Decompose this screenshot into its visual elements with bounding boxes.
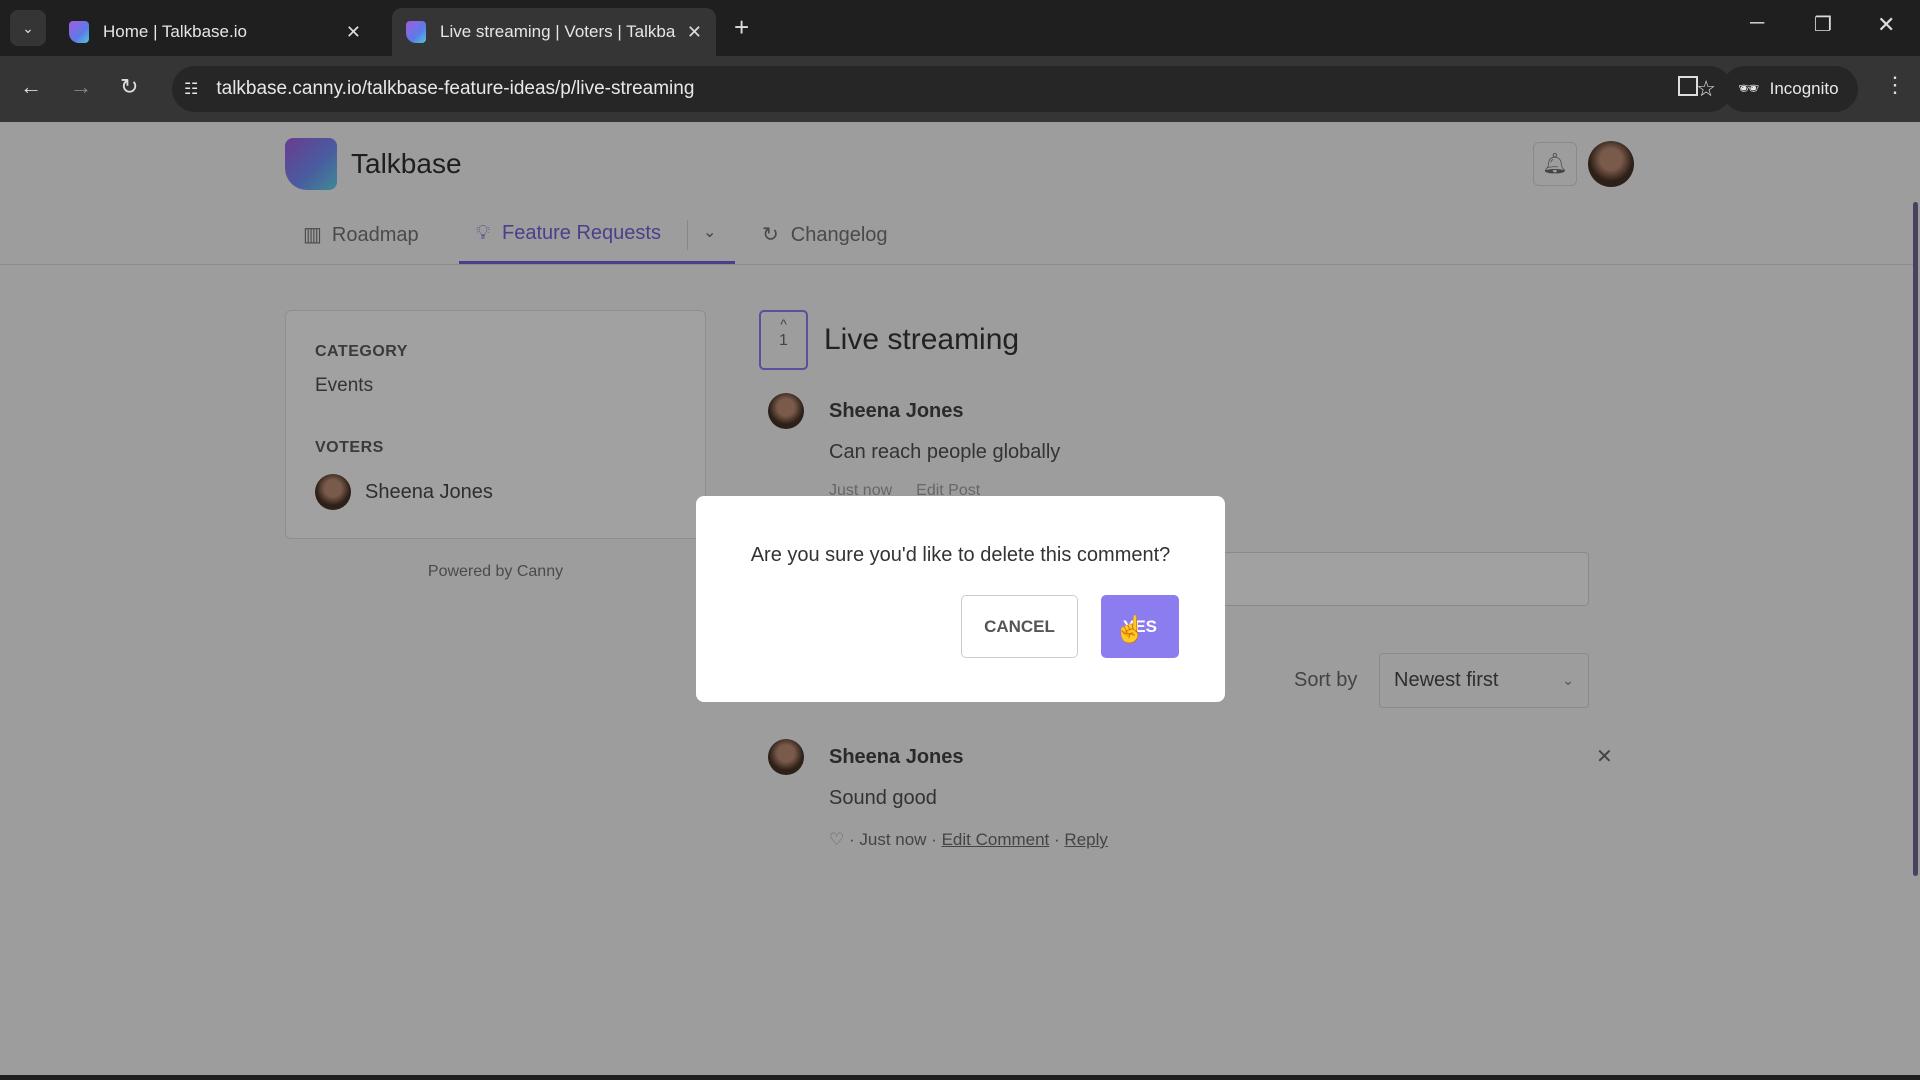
address-bar[interactable]: ☷ talkbase.canny.io/talkbase-feature-ide…: [172, 66, 1732, 112]
talkbase-favicon: [69, 21, 89, 43]
user-avatar[interactable]: [1588, 141, 1634, 187]
comment-author-name[interactable]: Sheena Jones: [829, 746, 964, 769]
post-author-avatar[interactable]: [768, 393, 804, 429]
nav-changelog[interactable]: ↻ Changelog: [762, 222, 888, 247]
nav-label: Roadmap: [331, 224, 419, 246]
category-heading: CATEGORY: [315, 343, 408, 360]
notifications-bell-icon[interactable]: 🔔︎: [1533, 142, 1577, 186]
restore-button[interactable]: ❐: [1814, 12, 1832, 37]
scrollbar[interactable]: [1913, 202, 1918, 876]
new-tab-button[interactable]: +: [734, 12, 749, 43]
incognito-icon: 🕶: [1738, 79, 1760, 98]
vote-count: 1: [779, 332, 788, 349]
url-text: talkbase.canny.io/talkbase-feature-ideas…: [216, 78, 695, 99]
separator: ·: [1054, 830, 1060, 849]
post-sidebar-card: CATEGORY Events VOTERS Sheena Jones: [285, 310, 706, 539]
comment-body: Sound good: [829, 787, 937, 809]
close-window-button[interactable]: ✕: [1877, 12, 1895, 38]
site-settings-icon[interactable]: ☷: [184, 79, 198, 99]
side-panel-icon[interactable]: [1678, 76, 1698, 96]
forward-icon[interactable]: →: [70, 74, 92, 100]
tab-title: Live streaming | Voters | Talkba: [440, 22, 676, 41]
cancel-label: CANCEL: [984, 616, 1055, 636]
nav-roadmap[interactable]: ▥ Roadmap: [303, 222, 419, 247]
incognito-label: Incognito: [1769, 79, 1839, 98]
brand-name[interactable]: Talkbase: [351, 148, 462, 180]
delete-comment-icon[interactable]: ✕: [1596, 744, 1613, 769]
map-icon: ▥: [303, 224, 322, 246]
minimize-button[interactable]: ─: [1750, 12, 1764, 35]
confirm-delete-dialog: Are you sure you'd like to delete this c…: [696, 496, 1225, 702]
tab-search-button[interactable]: ⌄: [10, 10, 46, 46]
powered-by-canny-link[interactable]: Powered by Canny: [285, 563, 706, 581]
vote-button[interactable]: ^ 1: [759, 310, 808, 370]
bottom-strip: [0, 1075, 1920, 1080]
boards-dropdown-chevron-icon[interactable]: ⌄: [703, 222, 716, 242]
close-tab-icon[interactable]: ✕: [346, 22, 361, 43]
reply-link[interactable]: Reply: [1064, 830, 1107, 849]
hand-cursor-icon: ☝: [1114, 614, 1147, 644]
post-title: Live streaming: [824, 323, 1020, 356]
category-value: Events: [315, 375, 374, 396]
nav-label: Feature Requests: [502, 222, 661, 244]
nav-feature-requests[interactable]: 💡︎ Feature Requests: [476, 222, 661, 245]
dialog-message: Are you sure you'd like to delete this c…: [750, 544, 1171, 566]
incognito-badge[interactable]: 🕶 Incognito: [1722, 66, 1858, 112]
edit-comment-link[interactable]: Edit Comment: [942, 830, 1050, 849]
divider: [687, 220, 688, 250]
comment-meta: ♡ · Just now · Edit Comment · Reply: [829, 830, 1108, 850]
menu-icon[interactable]: ⋮: [1884, 72, 1906, 98]
sort-select[interactable]: Newest first ⌄: [1379, 653, 1589, 708]
heart-icon[interactable]: ♡: [829, 830, 844, 849]
post-body: Can reach people globally: [829, 441, 1061, 463]
close-tab-icon[interactable]: ✕: [687, 22, 702, 43]
tab-title: Home | Talkbase.io: [103, 22, 247, 41]
refresh-icon: ↻: [762, 224, 779, 246]
nav-label: Changelog: [790, 224, 888, 246]
chevron-down-icon: ⌄: [1562, 672, 1574, 688]
cancel-button[interactable]: CANCEL: [961, 595, 1078, 658]
comment-author-avatar[interactable]: [768, 739, 804, 775]
tab-live-streaming[interactable]: Live streaming | Voters | Talkba ✕: [392, 8, 716, 56]
sort-label: Sort by: [1294, 669, 1358, 691]
voter-avatar[interactable]: [315, 474, 351, 510]
post-author-name[interactable]: Sheena Jones: [829, 400, 964, 423]
talkbase-logo[interactable]: [285, 138, 337, 190]
sort-value: Newest first: [1394, 669, 1499, 691]
comment-time: · Just now ·: [848, 830, 937, 849]
browser-tab-bar: ⌄ Home | Talkbase.io ✕ Live streaming | V…: [0, 0, 1920, 56]
tab-home[interactable]: Home | Talkbase.io ✕: [55, 8, 375, 56]
bookmark-star-icon[interactable]: ☆: [1696, 76, 1716, 102]
reload-icon[interactable]: ↻: [120, 74, 138, 100]
voter-name[interactable]: Sheena Jones: [365, 481, 493, 504]
browser-toolbar: ← → ↻ ☷ talkbase.canny.io/talkbase-featu…: [0, 56, 1920, 122]
back-icon[interactable]: ←: [20, 74, 42, 100]
upvote-chevron-icon: ^: [780, 316, 787, 332]
lightbulb-icon: 💡︎: [476, 222, 490, 244]
voters-heading: VOTERS: [315, 439, 384, 456]
talkbase-favicon: [406, 21, 426, 43]
header-border: [0, 264, 1915, 265]
